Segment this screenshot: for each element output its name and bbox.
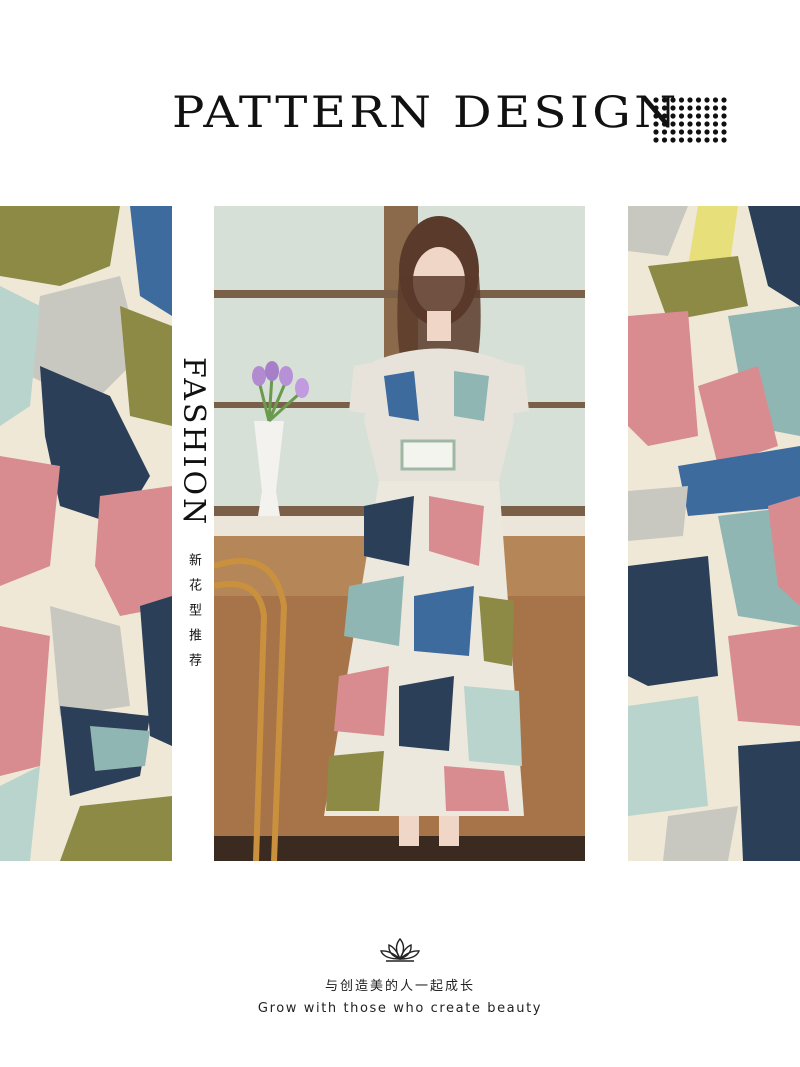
pattern-swatch-left [0,206,172,861]
dot [712,113,719,119]
dot [670,105,676,111]
slogan-chinese: 与创造美的人一起成长 [324,979,475,994]
dot [678,97,685,103]
dot [670,129,676,135]
dot [695,105,702,111]
dot-grid-icon [653,97,727,143]
dot [678,137,685,143]
dot [695,137,702,143]
dot [661,129,668,135]
dot [712,105,719,111]
dot [687,105,693,111]
dot [721,129,727,135]
dot [670,121,676,127]
dot [695,113,702,119]
dot [704,113,710,119]
dot [712,129,719,135]
dot [661,137,668,143]
fashion-word: FASHION [176,357,211,528]
dot [653,113,659,119]
dot [678,129,685,135]
dot [687,97,693,103]
dot [661,121,668,127]
lotus-icon [380,937,420,962]
dot [695,121,702,127]
dot [721,137,727,143]
dot [687,137,693,143]
side-label: FASHION 新花型推荐 [172,357,214,737]
dot [704,129,710,135]
dot [687,129,693,135]
dot [704,137,710,143]
dot [670,137,676,143]
dot [712,97,719,103]
dot [678,113,685,119]
dot [678,105,685,111]
dot [704,97,710,103]
dot [695,97,702,103]
dot [661,105,668,111]
slogan-english: Grow with those who create beauty [257,1001,543,1016]
dot [712,121,719,127]
dot [687,121,693,127]
dot [721,105,727,111]
dot [661,97,668,103]
dot [670,113,676,119]
dot [653,137,659,143]
dot [695,129,702,135]
dot [721,113,727,119]
dot [704,105,710,111]
dot [653,105,659,111]
model-photo [214,206,585,861]
dot [653,129,659,135]
dot [653,121,659,127]
dot [704,121,710,127]
new-pattern-label: 新花型推荐 [186,553,201,679]
dot [653,97,659,103]
pattern-swatch-right [628,206,800,861]
dot [712,137,719,143]
dot [661,113,668,119]
dot [670,97,676,103]
dot [678,121,685,127]
dot [721,97,727,103]
dot [721,121,727,127]
page-title: PATTERN DESIGN [172,88,680,138]
dot [687,113,693,119]
